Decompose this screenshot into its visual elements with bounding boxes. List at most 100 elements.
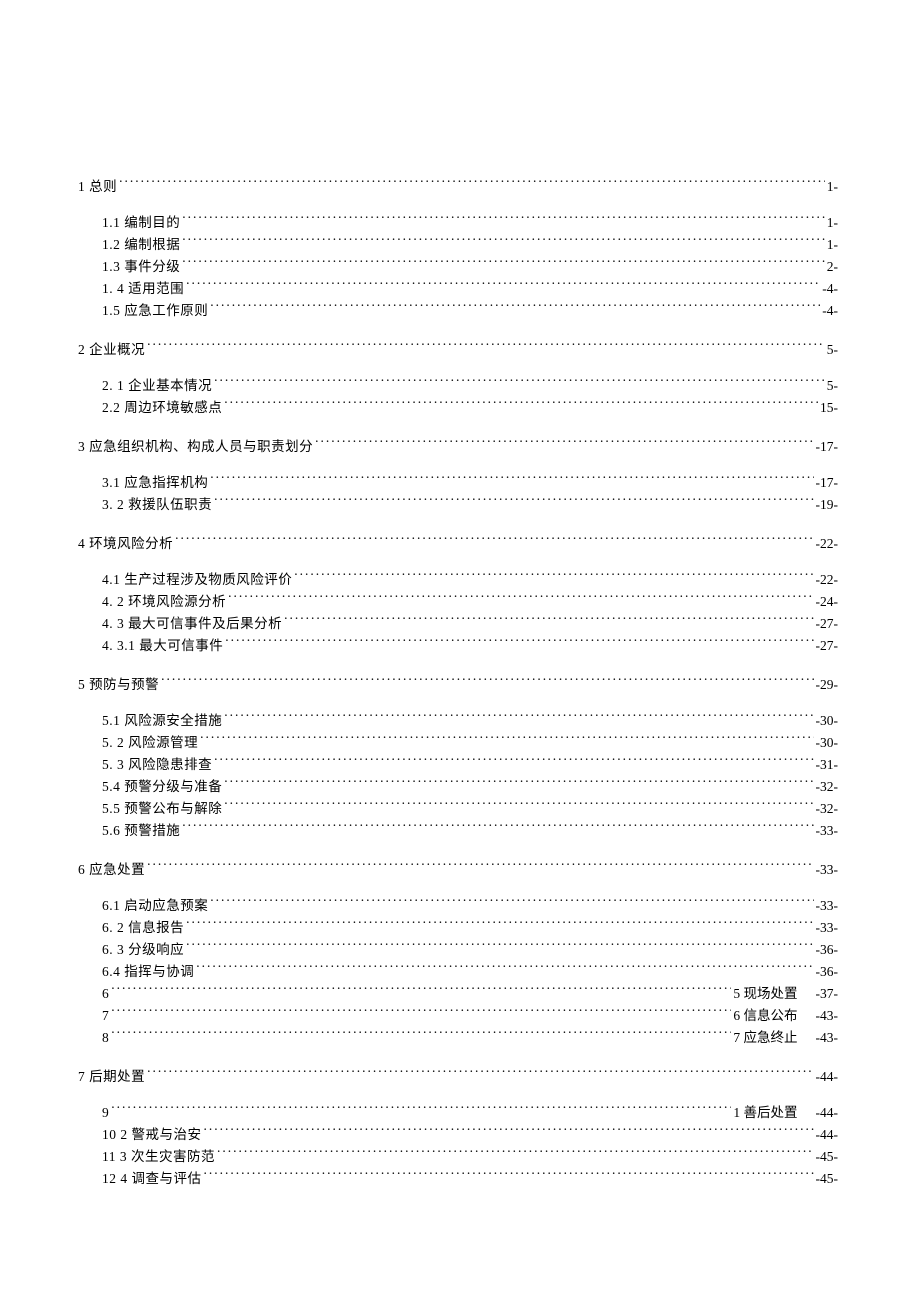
toc-page-number: -33- bbox=[816, 917, 839, 939]
toc-label: 12 4 调查与评估 bbox=[102, 1168, 202, 1190]
toc-page-number: -45- bbox=[816, 1146, 839, 1168]
toc-label: 4. 3 最大可信事件及后果分析 bbox=[102, 613, 282, 635]
toc-page-number: -33- bbox=[816, 820, 839, 842]
toc-label: 3.1 应急指挥机构 bbox=[102, 472, 208, 494]
table-of-contents: 1 总则 1-1.1 编制目的 1-1.2 编制根据 1-1.3 事件分级 2-… bbox=[78, 176, 838, 1190]
toc-label: 2. 1 企业基本情况 bbox=[102, 375, 212, 397]
toc-heading: 7 后期处置 -44- bbox=[78, 1066, 838, 1088]
toc-leader-dots bbox=[175, 535, 813, 549]
toc-item: 5.6 预警措施 -33- bbox=[78, 820, 838, 842]
toc-label: 5.5 预警公布与解除 bbox=[102, 798, 222, 820]
toc-item: 8 7 应急终止-43- bbox=[78, 1027, 838, 1049]
toc-page-number: 1 善后处置 bbox=[733, 1102, 797, 1124]
toc-label: 6 bbox=[102, 983, 109, 1005]
toc-heading: 1 总则 1- bbox=[78, 176, 838, 198]
toc-leader-dots bbox=[182, 236, 825, 250]
toc-item: 9 1 善后处置-44- bbox=[78, 1102, 838, 1124]
toc-label: 6 应急处置 bbox=[78, 859, 145, 881]
toc-section: 7 后期处置 -44-9 1 善后处置-44-10 2 警戒与治安 -44-11… bbox=[78, 1066, 838, 1190]
toc-heading: 2 企业概况 5- bbox=[78, 339, 838, 361]
toc-page-number: 5- bbox=[827, 375, 838, 397]
toc-section: 6 应急处置 -33-6.1 启动应急预案 -33-6. 2 信息报告 -33-… bbox=[78, 859, 838, 1049]
toc-leader-dots bbox=[224, 712, 813, 726]
toc-leader-dots bbox=[186, 919, 813, 933]
toc-page-number: -44- bbox=[816, 1124, 839, 1146]
toc-item: 2.2 周边环境敏感点 15- bbox=[78, 397, 838, 419]
toc-label: 5.4 预警分级与准备 bbox=[102, 776, 222, 798]
toc-label: 4.1 生产过程涉及物质风险评价 bbox=[102, 569, 292, 591]
toc-page-number: 2- bbox=[827, 256, 838, 278]
toc-label: 2.2 周边环境敏感点 bbox=[102, 397, 222, 419]
toc-subitems: 9 1 善后处置-44-10 2 警戒与治安 -44-11 3 次生灾害防范 -… bbox=[78, 1102, 838, 1190]
toc-page-number: 5 现场处置 bbox=[733, 983, 797, 1005]
toc-page-number: -4- bbox=[822, 300, 838, 322]
toc-section: 3 应急组织机构、构成人员与职责划分 -17- 3.1 应急指挥机构 -17-3.… bbox=[78, 436, 838, 516]
toc-leader-dots bbox=[284, 615, 813, 629]
toc-label: 1.2 编制根据 bbox=[102, 234, 180, 256]
toc-item: 7 6 信息公布-43- bbox=[78, 1005, 838, 1027]
toc-leader-dots bbox=[214, 496, 813, 510]
toc-label: 8 bbox=[102, 1027, 109, 1049]
toc-label: 5 预防与预警 bbox=[78, 674, 159, 696]
toc-item: 12 4 调查与评估 -45- bbox=[78, 1168, 838, 1190]
toc-heading: 3 应急组织机构、构成人员与职责划分 -17- bbox=[78, 436, 838, 458]
toc-label: 6.4 指挥与协调 bbox=[102, 961, 194, 983]
toc-leader-dots bbox=[224, 399, 818, 413]
toc-leader-dots bbox=[147, 341, 825, 355]
toc-leader-dots bbox=[161, 676, 813, 690]
toc-section: 5 预防与预警 -29- 5.1 风险源安全措施 -30-5. 2 风险源管理 -… bbox=[78, 674, 838, 842]
toc-page-number: -19- bbox=[816, 494, 839, 516]
toc-item: 1. 4 适用范围 -4- bbox=[78, 278, 838, 300]
toc-label: 1 总则 bbox=[78, 176, 117, 198]
toc-item: 5.4 预警分级与准备 -32- bbox=[78, 776, 838, 798]
toc-item: 4. 3 最大可信事件及后果分析 -27- bbox=[78, 613, 838, 635]
toc-leader-dots bbox=[111, 1029, 731, 1043]
toc-label: 1.5 应急工作原则 bbox=[102, 300, 208, 322]
toc-page-number: -36- bbox=[816, 961, 839, 983]
toc-label: 7 bbox=[102, 1005, 109, 1027]
toc-page-number: -31- bbox=[816, 754, 839, 776]
toc-label: 1.1 编制目的 bbox=[102, 212, 180, 234]
toc-item: 5.1 风险源安全措施 -30- bbox=[78, 710, 838, 732]
toc-leader-dots bbox=[214, 756, 813, 770]
toc-subitems: 3.1 应急指挥机构 -17-3. 2 救援队伍职责 -19- bbox=[78, 472, 838, 516]
toc-leader-dots bbox=[200, 734, 813, 748]
toc-label: 9 bbox=[102, 1102, 109, 1124]
toc-leader-dots bbox=[111, 985, 731, 999]
toc-page-number: -27- bbox=[816, 613, 839, 635]
toc-leader-dots bbox=[204, 1126, 814, 1140]
toc-label: 6. 3 分级响应 bbox=[102, 939, 184, 961]
toc-page-number: -30- bbox=[816, 710, 839, 732]
toc-item: 6. 2 信息报告 -33- bbox=[78, 917, 838, 939]
toc-label: 1.3 事件分级 bbox=[102, 256, 180, 278]
toc-leader-dots bbox=[228, 593, 813, 607]
document-page: 1 总则 1-1.1 编制目的 1-1.2 编制根据 1-1.3 事件分级 2-… bbox=[0, 0, 920, 1301]
toc-page-number: -33- bbox=[816, 895, 839, 917]
toc-section: 2 企业概况 5-2. 1 企业基本情况 5-2.2 周边环境敏感点 15- bbox=[78, 339, 838, 419]
toc-page-number: 7 应急终止 bbox=[733, 1027, 797, 1049]
toc-subitems: 6.1 启动应急预案 -33-6. 2 信息报告 -33-6. 3 分级响应 -… bbox=[78, 895, 838, 1049]
toc-heading: 5 预防与预警 -29- bbox=[78, 674, 838, 696]
toc-page-number: 1- bbox=[827, 234, 838, 256]
toc-page-number: 5- bbox=[827, 339, 838, 361]
toc-label: 11 3 次生灾害防范 bbox=[102, 1146, 215, 1168]
toc-page-number: -32- bbox=[816, 776, 839, 798]
toc-item: 6 5 现场处置-37- bbox=[78, 983, 838, 1005]
toc-item: 1.3 事件分级 2- bbox=[78, 256, 838, 278]
toc-leader-dots bbox=[182, 822, 813, 836]
toc-page-number: -17- bbox=[816, 472, 839, 494]
toc-item: 3. 2 救援队伍职责 -19- bbox=[78, 494, 838, 516]
toc-label: 5. 2 风险源管理 bbox=[102, 732, 198, 754]
toc-page-number: 1- bbox=[827, 176, 838, 198]
toc-label: 4 环境风险分析 bbox=[78, 533, 173, 555]
toc-overflow-text: -37- bbox=[798, 983, 839, 1005]
toc-page-number: -27- bbox=[816, 635, 839, 657]
toc-leader-dots bbox=[196, 963, 813, 977]
toc-page-number: -44- bbox=[816, 1066, 839, 1088]
toc-item: 4. 2 环境风险源分析 -24- bbox=[78, 591, 838, 613]
toc-leader-dots bbox=[224, 778, 813, 792]
toc-leader-dots bbox=[204, 1170, 814, 1184]
toc-page-number: -29- bbox=[816, 674, 839, 696]
toc-item: 6.4 指挥与协调 -36- bbox=[78, 961, 838, 983]
toc-item: 4. 3.1 最大可信事件 -27- bbox=[78, 635, 838, 657]
